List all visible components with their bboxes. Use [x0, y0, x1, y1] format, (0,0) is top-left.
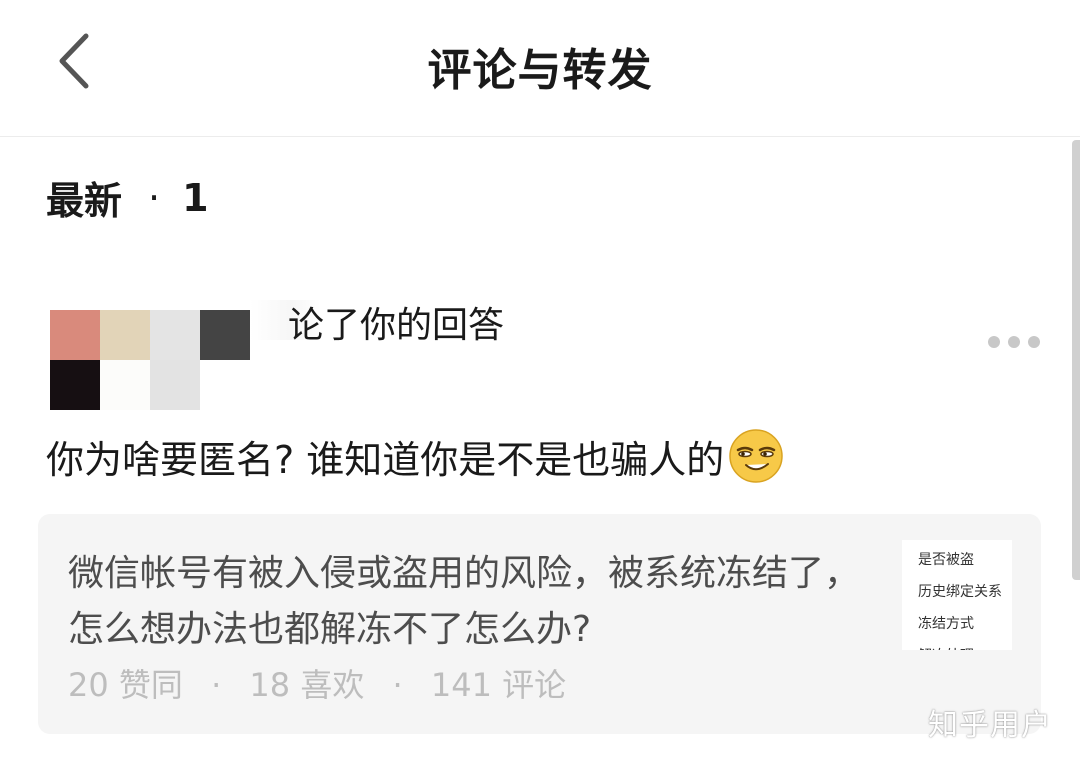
- avatar-pixel: [150, 310, 200, 360]
- section-label: 最新: [46, 179, 123, 223]
- thumbnail-line: 是否被盗: [918, 552, 974, 568]
- avatar-pixel: [100, 360, 150, 410]
- quoted-question-title: 微信帐号有被入侵或盗用的风险，被系统冻结了，怎么想办法也都解冻不了怎么办?: [68, 553, 861, 650]
- quoted-answer-card[interactable]: 微信帐号有被入侵或盗用的风险，被系统冻结了，怎么想办法也都解冻不了怎么办? 20…: [38, 514, 1041, 734]
- avatar-pixel: [100, 310, 150, 360]
- avatar[interactable]: [50, 310, 250, 410]
- thumbnail-line: 冻结方式: [918, 616, 974, 632]
- stats-separator: ·: [211, 666, 222, 704]
- top-bar: 评论与转发: [0, 0, 1080, 137]
- thumbnail-line: 解冻处理: [902, 640, 1012, 650]
- more-dot-icon: [988, 336, 1000, 348]
- smirk-emoji-icon: [729, 429, 783, 483]
- section-count: 1: [182, 175, 209, 220]
- section-heading: 最新 · 1: [46, 170, 209, 225]
- notification-action: 论了你的回答: [288, 305, 505, 346]
- more-dot-icon: [1008, 336, 1020, 348]
- thumbnail-line: 历史绑定关系: [918, 584, 1002, 600]
- like-count: 18 喜欢: [249, 666, 365, 704]
- scrollbar[interactable]: [1072, 140, 1080, 580]
- avatar-pixel: [50, 310, 100, 360]
- avatar-pixel: [50, 360, 100, 410]
- comment-count: 141 评论: [430, 666, 567, 704]
- avatar-pixel: [150, 360, 200, 410]
- more-dot-icon: [1028, 336, 1040, 348]
- stats-separator: ·: [392, 666, 403, 704]
- section-separator: ·: [148, 175, 161, 220]
- comment-text: 你为啥要匿名? 谁知道你是不是也骗人的: [46, 437, 725, 482]
- quoted-answer-stats: 20 赞同 · 18 喜欢 · 141 评论: [68, 660, 566, 706]
- comment[interactable]: 你为啥要匿名? 谁知道你是不是也骗人的: [46, 428, 784, 484]
- answer-thumbnail: 是否被盗 历史绑定关系 冻结方式 解冻处理: [902, 540, 1012, 650]
- watermark: 知乎用户: [928, 708, 1052, 743]
- avatar-pixel: [200, 310, 250, 360]
- page-title: 评论与转发: [427, 45, 653, 96]
- agree-count: 20 赞同: [68, 666, 183, 704]
- more-options-button[interactable]: [988, 330, 1040, 354]
- avatar-pixel: [200, 360, 250, 410]
